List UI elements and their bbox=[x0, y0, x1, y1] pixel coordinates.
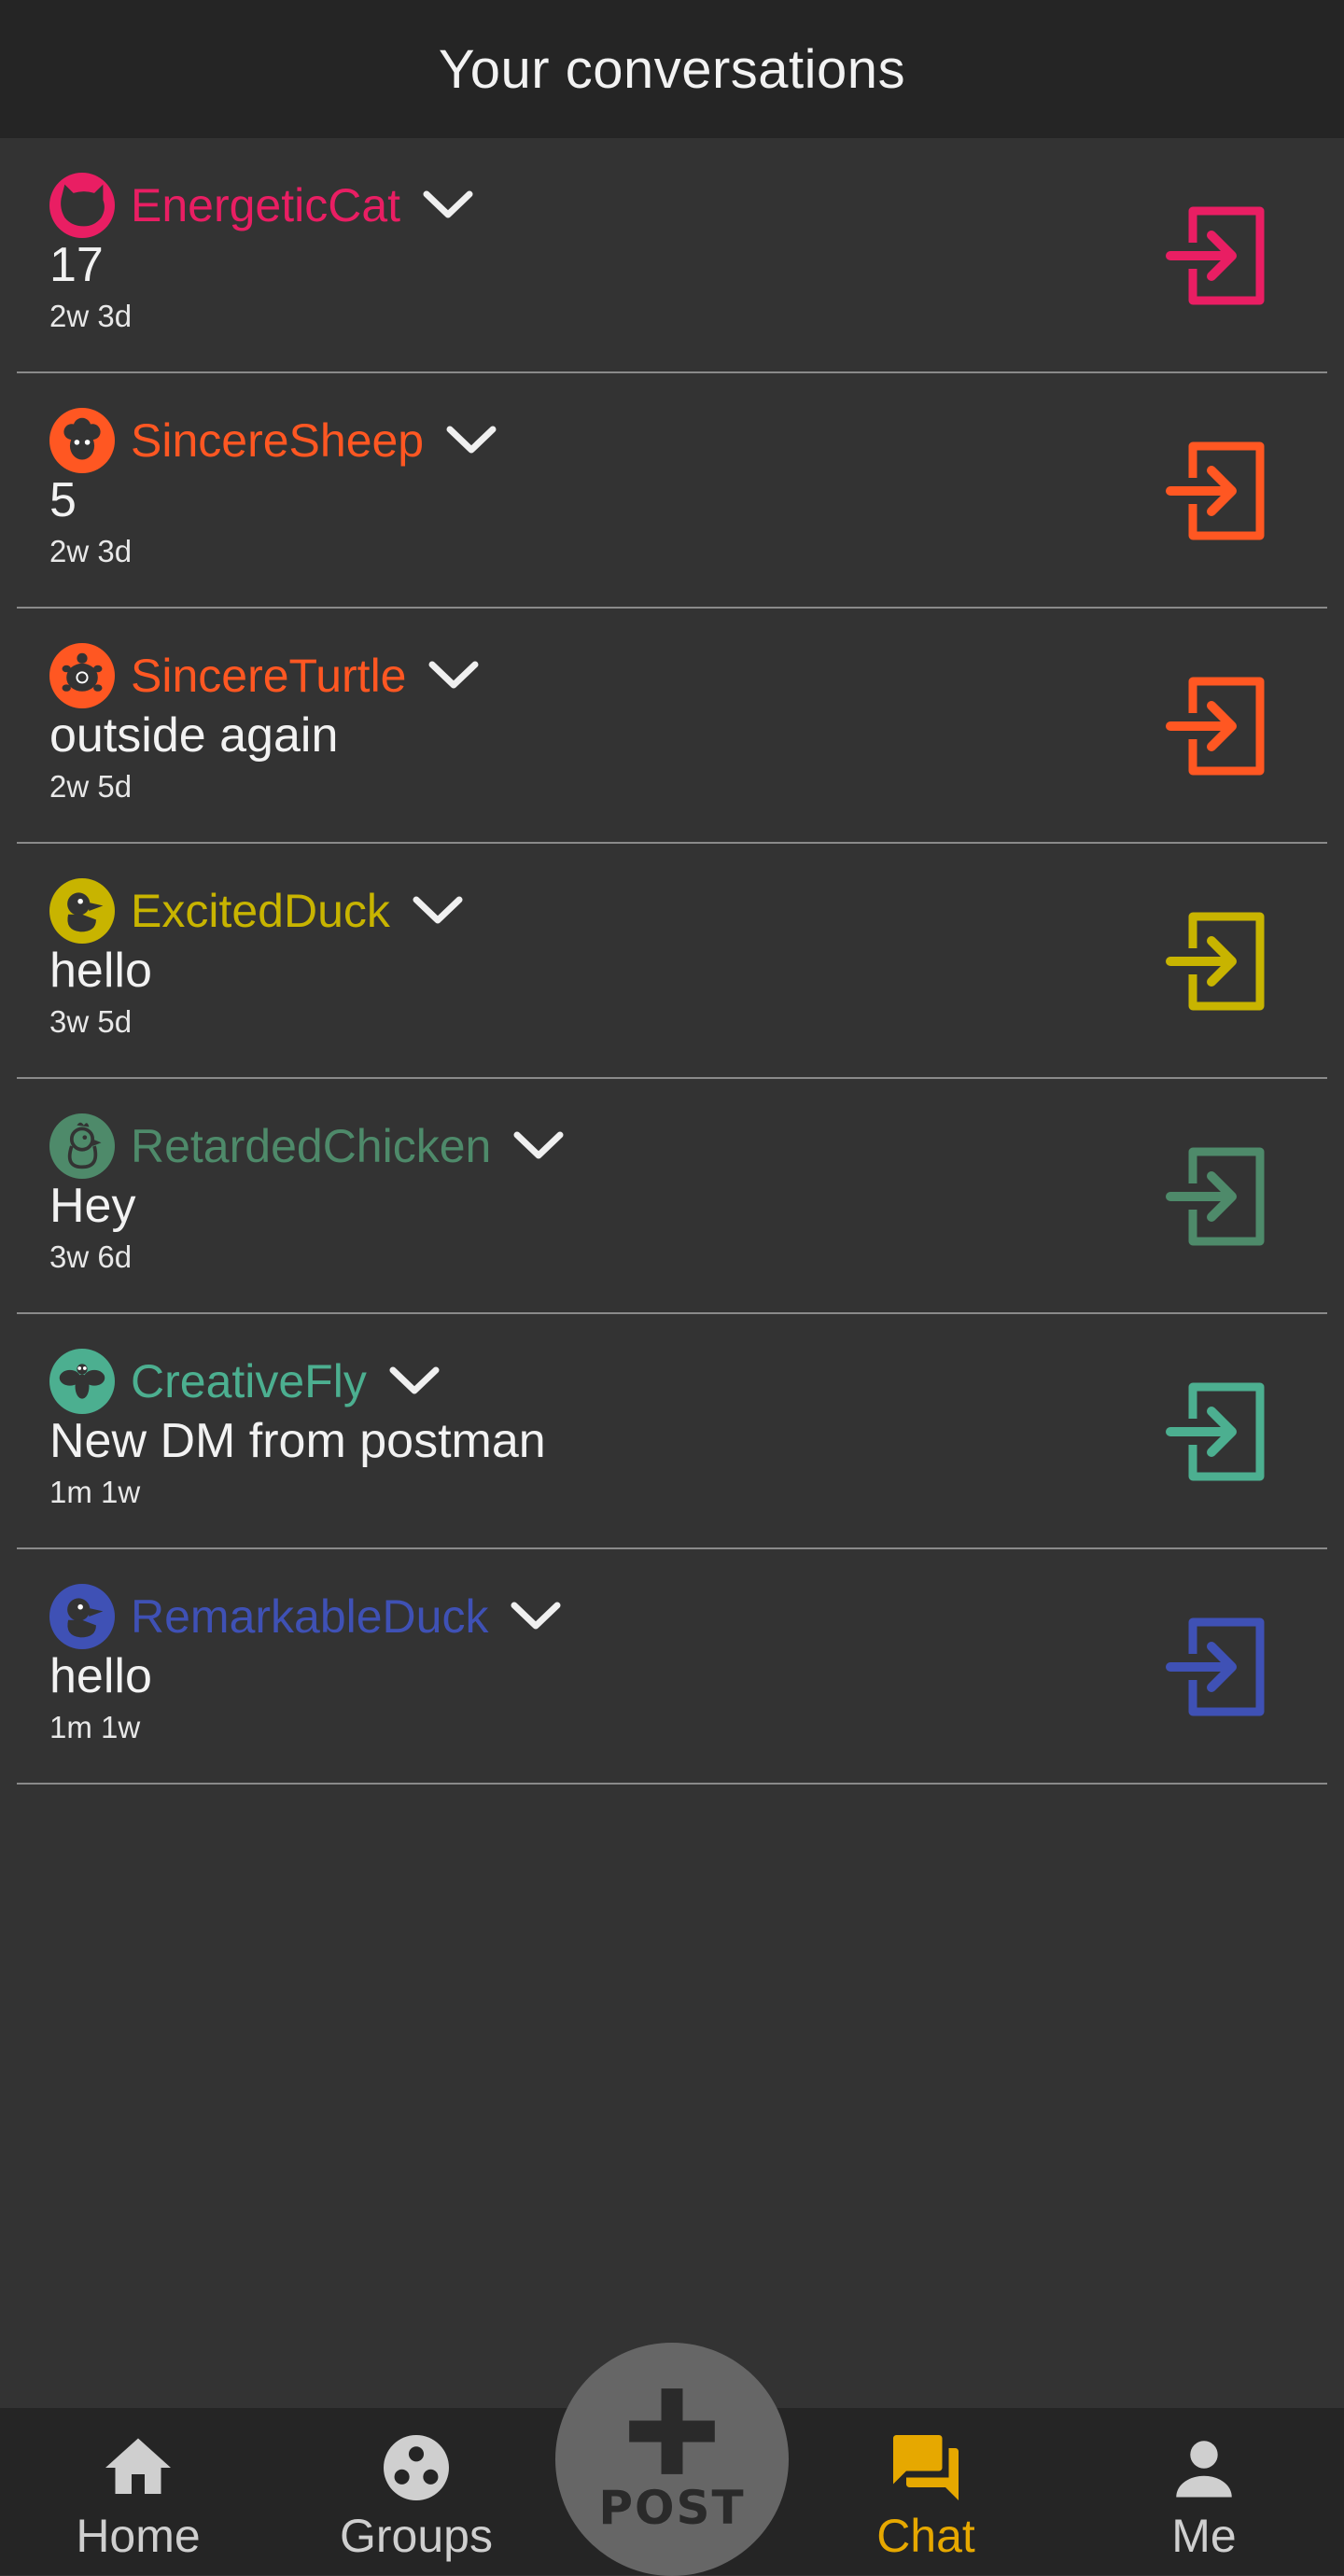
conversation-header: RetardedChicken bbox=[131, 1111, 566, 1182]
avatar[interactable] bbox=[49, 878, 115, 944]
open-chat-icon[interactable] bbox=[1165, 1379, 1269, 1484]
chevron-down-icon[interactable] bbox=[421, 187, 475, 224]
conversation-header: RemarkableDuck bbox=[131, 1581, 563, 1652]
chat-icon bbox=[893, 2435, 959, 2500]
chevron-down-icon[interactable] bbox=[387, 1363, 441, 1400]
page-title: Your conversations bbox=[438, 38, 906, 100]
username[interactable]: SincereSheep bbox=[131, 413, 424, 468]
conversation-header: SincereTurtle bbox=[131, 640, 481, 711]
duck-icon bbox=[67, 1598, 104, 1638]
conversation-header: SincereSheep bbox=[131, 405, 498, 476]
last-message: 17 bbox=[49, 238, 104, 292]
username[interactable]: SincereTurtle bbox=[131, 649, 406, 703]
duck-icon bbox=[67, 892, 104, 932]
chevron-down-icon[interactable] bbox=[511, 1127, 566, 1165]
fly-icon bbox=[59, 1364, 105, 1399]
open-chat-icon[interactable] bbox=[1165, 909, 1269, 1014]
chevron-down-icon[interactable] bbox=[411, 892, 465, 930]
last-message: New DM from postman bbox=[49, 1414, 546, 1468]
open-chat-icon[interactable] bbox=[1165, 1144, 1269, 1249]
header: Your conversations bbox=[0, 0, 1344, 138]
timestamp: 2w 3d bbox=[49, 299, 133, 333]
conversation-item[interactable]: RemarkableDuck hello 1m 1w bbox=[0, 1549, 1344, 1785]
post-button[interactable]: POST bbox=[555, 2343, 789, 2576]
conversation-header: ExcitedDuck bbox=[131, 875, 465, 946]
timestamp: 2w 5d bbox=[49, 769, 133, 804]
conversation-item[interactable]: RetardedChicken Hey 3w 6d bbox=[0, 1079, 1344, 1314]
conversation-item[interactable]: SincereTurtle outside again 2w 5d bbox=[0, 609, 1344, 844]
conversation-header: EnergeticCat bbox=[131, 170, 475, 241]
last-message: outside again bbox=[49, 708, 339, 763]
conversation-list: EnergeticCat 17 2w 3d SincereSheep 5 2w … bbox=[0, 138, 1344, 1785]
chicken-icon bbox=[67, 1122, 102, 1169]
open-chat-icon[interactable] bbox=[1165, 439, 1269, 543]
username[interactable]: EnergeticCat bbox=[131, 178, 400, 232]
nav-home-label: Home bbox=[76, 2510, 201, 2562]
post-label: POST bbox=[598, 2481, 746, 2535]
avatar[interactable] bbox=[49, 408, 115, 473]
username[interactable]: RemarkableDuck bbox=[131, 1589, 488, 1644]
open-chat-icon[interactable] bbox=[1165, 674, 1269, 778]
timestamp: 1m 1w bbox=[49, 1475, 141, 1509]
nav-groups-label: Groups bbox=[340, 2510, 493, 2562]
conversation-item[interactable]: SincereSheep 5 2w 3d bbox=[0, 373, 1344, 609]
avatar[interactable] bbox=[49, 173, 115, 238]
timestamp: 3w 5d bbox=[49, 1004, 133, 1039]
nav-home[interactable]: Home bbox=[45, 2408, 231, 2575]
nav-groups[interactable]: Groups bbox=[323, 2408, 510, 2575]
username[interactable]: ExcitedDuck bbox=[131, 884, 390, 938]
timestamp: 3w 6d bbox=[49, 1239, 133, 1274]
nav-me-label: Me bbox=[1171, 2510, 1237, 2562]
nav-chat[interactable]: Chat bbox=[833, 2408, 1019, 2575]
timestamp: 2w 3d bbox=[49, 534, 133, 568]
turtle-icon bbox=[62, 652, 103, 692]
last-message: 5 bbox=[49, 473, 77, 527]
open-chat-icon[interactable] bbox=[1165, 1615, 1269, 1719]
username[interactable]: RetardedChicken bbox=[131, 1119, 491, 1173]
username[interactable]: CreativeFly bbox=[131, 1354, 367, 1408]
nav-me[interactable]: Me bbox=[1111, 2408, 1297, 2575]
avatar[interactable] bbox=[49, 643, 115, 708]
last-message: Hey bbox=[49, 1179, 136, 1233]
plus-icon bbox=[629, 2388, 715, 2474]
avatar[interactable] bbox=[49, 1349, 115, 1414]
chevron-down-icon[interactable] bbox=[509, 1598, 563, 1635]
nav-chat-label: Chat bbox=[876, 2510, 975, 2562]
divider bbox=[17, 1783, 1327, 1785]
cat-icon bbox=[61, 184, 105, 227]
groups-icon bbox=[384, 2435, 449, 2500]
timestamp: 1m 1w bbox=[49, 1710, 141, 1744]
chevron-down-icon[interactable] bbox=[427, 657, 481, 694]
conversation-item[interactable]: EnergeticCat 17 2w 3d bbox=[0, 138, 1344, 373]
avatar[interactable] bbox=[49, 1584, 115, 1649]
avatar[interactable] bbox=[49, 1113, 115, 1179]
last-message: hello bbox=[49, 944, 152, 998]
chevron-down-icon[interactable] bbox=[444, 422, 498, 459]
conversation-item[interactable]: CreativeFly New DM from postman 1m 1w bbox=[0, 1314, 1344, 1549]
last-message: hello bbox=[49, 1649, 152, 1703]
home-icon bbox=[105, 2438, 171, 2494]
open-chat-icon[interactable] bbox=[1165, 203, 1269, 308]
conversation-item[interactable]: ExcitedDuck hello 3w 5d bbox=[0, 844, 1344, 1079]
person-icon bbox=[1176, 2441, 1232, 2498]
conversation-header: CreativeFly bbox=[131, 1346, 441, 1417]
sheep-icon bbox=[63, 417, 101, 460]
